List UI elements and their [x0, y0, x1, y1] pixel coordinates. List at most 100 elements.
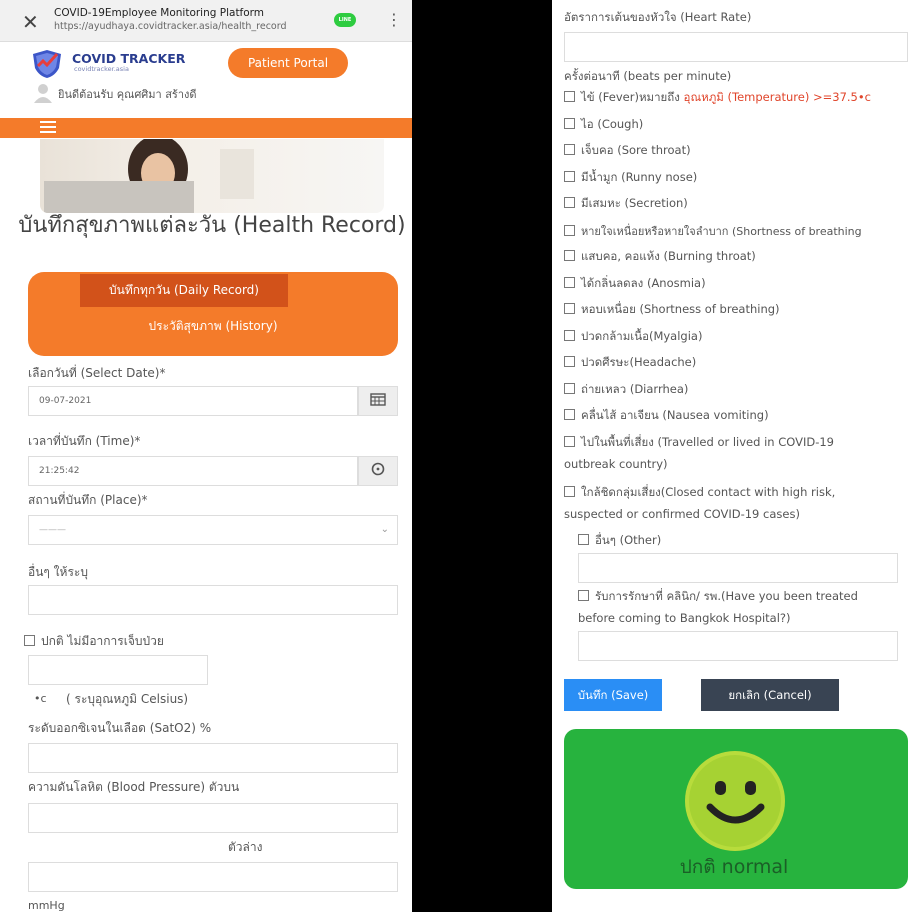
temperature-hint: ( ระบุอุณหภูมิ Celsius): [66, 692, 189, 706]
hamburger-menu-icon[interactable]: [40, 121, 56, 135]
bp-upper-label: ความดันโลหิต (Blood Pressure) ตัวบน: [28, 780, 240, 794]
symptom-checkbox[interactable]: [564, 486, 575, 497]
patient-portal-button[interactable]: Patient Portal: [228, 48, 348, 78]
temperature-input[interactable]: [28, 655, 208, 685]
symptom-panting[interactable]: หอบเหนื่อย (Shortness of breathing): [564, 301, 780, 319]
time-input[interactable]: 21:25:42: [28, 456, 358, 486]
treated-before[interactable]: รับการรักษาที่ คลินิก/ รพ.(Have you been…: [578, 588, 858, 606]
bp-lower-input[interactable]: [28, 862, 398, 892]
symptom-checkbox[interactable]: [578, 534, 589, 545]
symptom-checkbox[interactable]: [564, 225, 575, 236]
cancel-button[interactable]: ยกเลิก (Cancel): [701, 679, 839, 711]
symptom-label: คลื่นไส้ อาเจียน (Nausea vomiting): [581, 408, 769, 422]
treated-input[interactable]: [578, 631, 898, 661]
symptom-checkbox[interactable]: [564, 91, 575, 102]
symptom-checkbox[interactable]: [564, 356, 575, 367]
tab-daily-record[interactable]: บันทึกทุกวัน (Daily Record): [80, 274, 288, 307]
symptom-checkbox[interactable]: [564, 409, 575, 420]
symptom-shortness-breathing[interactable]: หายใจเหนื่อยหรือหายใจลำบาก (Shortness of…: [564, 222, 862, 240]
hero-image: [40, 139, 384, 213]
other-input[interactable]: [28, 585, 398, 615]
save-button[interactable]: บันทึก (Save): [564, 679, 662, 711]
treated-label-line1: รับการรักษาที่ คลินิก/ รพ.(Have you been…: [595, 589, 858, 603]
symptom-checkbox[interactable]: [564, 171, 575, 182]
symptom-checkbox[interactable]: [564, 144, 575, 155]
symptom-label: แสบคอ, คอแห้ง (Burning throat): [581, 249, 756, 263]
nav-bar: [0, 118, 412, 138]
symptom-headache[interactable]: ปวดศีรษะ(Headache): [564, 354, 696, 372]
symptom-secretion[interactable]: มีเสมหะ (Secretion): [564, 195, 688, 213]
symptom-runny-nose[interactable]: มีน้ำมูก (Runny nose): [564, 169, 697, 187]
calendar-icon[interactable]: [358, 386, 398, 416]
bp-lower-label: ตัวล่าง: [228, 840, 263, 854]
logo-name: COVID TRACKER: [72, 51, 186, 66]
place-label: สถานที่บันทึก (Place)*: [28, 493, 148, 507]
contact-label-line2: suspected or confirmed COVID-19 cases): [564, 507, 800, 521]
browser-title: COVID-19Employee Monitoring Platform: [54, 7, 265, 19]
more-menu-icon[interactable]: ⋮: [386, 10, 402, 29]
browser-url[interactable]: https://ayudhaya.covidtracker.asia/healt…: [54, 21, 287, 32]
symptom-label: ไอ (Cough): [581, 117, 644, 131]
symptom-burning-throat[interactable]: แสบคอ, คอแห้ง (Burning throat): [564, 248, 756, 266]
status-text: ปกติ normal: [679, 856, 789, 878]
other-symptom-input[interactable]: [578, 553, 898, 583]
bp-upper-input[interactable]: [28, 803, 398, 833]
welcome-text: ยินดีต้อนรับ คุณศศิมา สร้างดี: [58, 88, 197, 101]
symptom-close-contact[interactable]: ใกล้ชิดกลุ่มเสี่ยง(Closed contact with h…: [564, 484, 835, 502]
symptom-label: ได้กลิ่นลดลง (Anosmia): [581, 276, 706, 290]
symptom-anosmia[interactable]: ได้กลิ่นลดลง (Anosmia): [564, 275, 706, 293]
fever-label: ไข้ (Fever)หมายถึง: [581, 90, 680, 104]
symptom-checkbox[interactable]: [564, 197, 575, 208]
fever-temperature: อุณหภูมิ (Temperature) >=37.5•c: [683, 90, 871, 104]
close-icon[interactable]: ✕: [22, 10, 39, 34]
temperature-unit: •c: [34, 692, 47, 705]
symptom-sore-throat[interactable]: เจ็บคอ (Sore throat): [564, 142, 691, 160]
symptom-travel[interactable]: ไปในพื้นที่เสี่ยง (Travelled or lived in…: [564, 434, 834, 452]
status-card: ปกติ normal: [564, 729, 908, 889]
smiley-face-icon: [685, 751, 785, 851]
place-select[interactable]: ——— ⌄: [28, 515, 398, 545]
page-title: บันทึกสุขภาพแต่ละวัน (Health Record): [18, 213, 406, 238]
symptom-checkbox[interactable]: [564, 330, 575, 341]
bp-unit: mmHg: [28, 899, 65, 912]
symptom-myalgia[interactable]: ปวดกล้ามเนื้อ(Myalgia): [564, 328, 702, 346]
heart-rate-input[interactable]: [564, 32, 908, 62]
symptom-checkbox[interactable]: [564, 303, 575, 314]
symptom-checkbox[interactable]: [564, 277, 575, 288]
symptom-nausea[interactable]: คลื่นไส้ อาเจียน (Nausea vomiting): [564, 407, 769, 425]
travel-label-line2: outbreak country): [564, 457, 668, 471]
heart-rate-unit: ครั้งต่อนาที (beats per minute): [564, 69, 732, 83]
symptom-checkbox[interactable]: [564, 436, 575, 447]
symptom-checkbox[interactable]: [564, 250, 575, 261]
symptom-label: เจ็บคอ (Sore throat): [581, 143, 691, 157]
other-label: อื่นๆ ให้ระบุ: [28, 565, 88, 579]
spo2-input[interactable]: [28, 743, 398, 773]
date-input[interactable]: 09-07-2021: [28, 386, 358, 416]
line-icon[interactable]: LINE: [334, 13, 356, 27]
symptom-cough[interactable]: ไอ (Cough): [564, 116, 643, 134]
browser-bar: ✕ COVID-19Employee Monitoring Platform h…: [0, 0, 412, 42]
logo-subtitle: covidtracker.asia: [74, 65, 129, 73]
symptom-label: ถ่ายเหลว (Diarrhea): [581, 382, 689, 396]
symptom-label: หายใจเหนื่อยหรือหายใจลำบาก (Shortness of…: [581, 225, 862, 238]
place-select-value: ———: [39, 525, 66, 535]
normal-checkbox[interactable]: [24, 635, 35, 646]
symptom-checkbox[interactable]: [564, 383, 575, 394]
right-phone-screen: อัตราการเต้นของหัวใจ (Heart Rate) ครั้งต…: [552, 0, 908, 912]
symptom-checkbox[interactable]: [578, 590, 589, 601]
symptom-other[interactable]: อื่นๆ (Other): [578, 532, 661, 550]
clock-icon[interactable]: [358, 456, 398, 486]
spo2-label: ระดับออกซิเจนในเลือด (SatO2) %: [28, 721, 212, 735]
normal-checkbox-row[interactable]: ปกติ ไม่มีอาการเจ็บป่วย: [24, 632, 164, 651]
other-symptom-label: อื่นๆ (Other): [595, 533, 662, 547]
symptom-checkbox[interactable]: [564, 118, 575, 129]
symptom-label: มีน้ำมูก (Runny nose): [581, 170, 698, 184]
travel-label-line1: ไปในพื้นที่เสี่ยง (Travelled or lived in…: [581, 435, 834, 449]
symptom-label: มีเสมหะ (Secretion): [581, 196, 688, 210]
symptom-diarrhea[interactable]: ถ่ายเหลว (Diarrhea): [564, 381, 688, 399]
user-avatar-icon: [34, 84, 52, 103]
tab-history[interactable]: ประวัติสุขภาพ (History): [28, 312, 398, 340]
chevron-down-icon: ⌄: [380, 524, 389, 535]
contact-label-line1: ใกล้ชิดกลุ่มเสี่ยง(Closed contact with h…: [581, 485, 836, 499]
symptom-fever[interactable]: ไข้ (Fever)หมายถึง อุณหภูมิ (Temperature…: [564, 89, 871, 107]
